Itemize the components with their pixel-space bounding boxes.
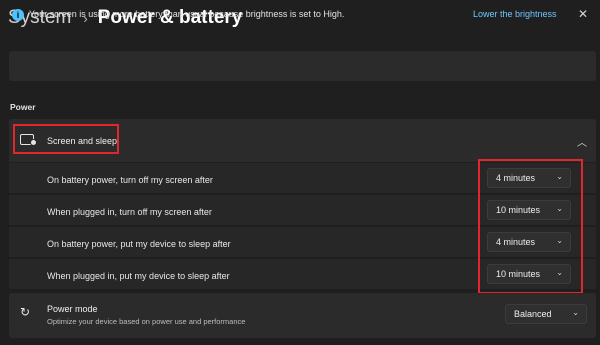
chevron-up-icon[interactable]: ︿ xyxy=(577,134,587,149)
chevron-down-icon: ⌄ xyxy=(572,308,579,317)
power-mode-dropdown[interactable]: Balanced ⌄ xyxy=(505,304,587,324)
power-mode-title: Power mode xyxy=(47,304,98,314)
lower-brightness-link[interactable]: Lower the brightness xyxy=(473,9,557,19)
setting-label-plugged-screen-off: When plugged in, turn off my screen afte… xyxy=(47,207,212,217)
brightness-info-bar xyxy=(9,51,596,81)
info-message: Your screen is using more battery than u… xyxy=(29,9,345,19)
setting-label-battery-sleep: On battery power, put my device to sleep… xyxy=(47,239,231,249)
annotation-highlight-title xyxy=(13,124,119,154)
setting-label-battery-screen-off: On battery power, turn off my screen aft… xyxy=(47,175,213,185)
setting-label-plugged-sleep: When plugged in, put my device to sleep … xyxy=(47,271,230,281)
power-battery-settings-page: System › Power & battery i Your screen i… xyxy=(0,0,600,345)
power-mode-icon: ↻ xyxy=(20,305,31,319)
close-icon[interactable]: ✕ xyxy=(578,6,588,22)
annotation-highlight-dropdowns xyxy=(478,159,583,294)
section-label-power: Power xyxy=(10,102,36,112)
power-mode-description: Optimize your device based on power use … xyxy=(47,317,246,326)
info-icon: i xyxy=(12,9,24,21)
dropdown-value: Balanced xyxy=(514,309,552,319)
